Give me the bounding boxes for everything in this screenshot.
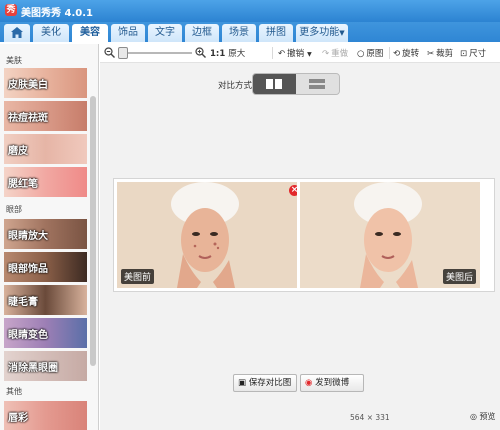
save-compare-button[interactable]: ▣ 保存对比图 <box>233 374 297 392</box>
tab-home[interactable] <box>4 24 30 42</box>
undo-button[interactable]: ↶ 撤销 ▼ <box>278 47 312 60</box>
close-icon[interactable]: × <box>289 185 297 196</box>
sidebar-item-acne-removal[interactable]: 祛痘祛斑 <box>4 101 87 131</box>
undo-label: 撤销 <box>287 49 305 59</box>
sidebar-item-label: 磨皮 <box>8 146 28 157</box>
sidebar-item-label: 消除黑眼圈 <box>8 363 58 374</box>
sidebar-item-label: 眼睛放大 <box>8 231 48 242</box>
undo-dropdown-icon: ▼ <box>307 51 312 58</box>
sidebar-item-eye-color[interactable]: 眼睛变色 <box>4 318 87 348</box>
app-logo-icon: 秀 <box>5 4 17 16</box>
side-by-side-mode-button[interactable] <box>253 74 296 94</box>
redo-icon: ↷ <box>322 48 330 59</box>
sidebar-item-skin-whitening[interactable]: 皮肤美白 <box>4 68 87 98</box>
sidebar-scrollbar[interactable] <box>90 96 96 366</box>
image-size-readout: 564 × 331 <box>350 413 390 422</box>
after-photo: 美图后 <box>300 182 480 288</box>
weibo-icon: ◉ <box>305 378 313 388</box>
rotate-button[interactable]: ⟲ 旋转 <box>393 47 420 60</box>
sidebar-item-lip-color[interactable]: 唇彩 <box>4 401 87 430</box>
resize-label: 尺寸 <box>469 49 487 59</box>
toolbar-divider <box>272 47 273 59</box>
redo-button[interactable]: ↷ 重做 <box>322 47 349 60</box>
tab-text[interactable]: 文字 <box>148 24 182 42</box>
compare-preview-frame: 美图前 × 美图后 <box>113 178 495 292</box>
tab-collage[interactable]: 拼图 <box>259 24 293 42</box>
main-tab-bar: 美化 美容 饰品 文字 边框 场景 拼图 更多功能▼ <box>0 22 500 61</box>
home-icon <box>11 27 23 38</box>
compare-workspace: 对比方式 美图前 × 美图后 ▣ 保存对比图 ◉ 发到微博 564 × 331 … <box>100 63 500 430</box>
title-bar: 秀 美图秀秀 4.0.1 <box>0 0 500 22</box>
sidebar-item-label: 眼部饰品 <box>8 264 48 275</box>
share-weibo-button[interactable]: ◉ 发到微博 <box>300 374 364 392</box>
window-title: 美图秀秀 4.0.1 <box>21 8 93 19</box>
toolbar-divider <box>389 47 390 59</box>
sidebar-item-skin-smoothing[interactable]: 磨皮 <box>4 134 87 164</box>
zoom-slider-handle[interactable] <box>118 47 128 59</box>
redo-label: 重做 <box>331 49 349 59</box>
original-image-icon: ○ <box>357 48 365 59</box>
compare-mode-label: 对比方式 <box>218 81 253 91</box>
sidebar-item-label: 睫毛膏 <box>8 297 38 308</box>
share-weibo-label: 发到微博 <box>315 378 350 388</box>
sidebar-item-blush-brush[interactable]: 腮红笔 <box>4 167 87 197</box>
original-image-label: 原图 <box>366 49 384 59</box>
sidebar-item-label: 眼睛变色 <box>8 330 48 341</box>
after-tag: 美图后 <box>442 269 476 284</box>
rotate-label: 旋转 <box>402 49 420 59</box>
sidebar-item-mascara[interactable]: 睫毛膏 <box>4 285 87 315</box>
tab-frame[interactable]: 边框 <box>185 24 219 42</box>
sidebar-item-label: 唇彩 <box>8 413 28 424</box>
tab-scene[interactable]: 场景 <box>222 24 256 42</box>
resize-button[interactable]: ⊡ 尺寸 <box>460 47 487 60</box>
sidebar-item-eye-enlarge[interactable]: 眼睛放大 <box>4 219 87 249</box>
zoom-in-icon[interactable] <box>195 47 206 58</box>
zoom-ratio-text: 1:1 <box>210 49 226 59</box>
sidebar-item-label: 腮红笔 <box>8 179 38 190</box>
before-photo: 美图前 × <box>117 182 297 288</box>
resize-icon: ⊡ <box>460 48 468 59</box>
side-by-side-icon <box>266 79 282 89</box>
original-image-button[interactable]: ○ 原图 <box>357 47 384 60</box>
sidebar-item-eye-accessories[interactable]: 眼部饰品 <box>4 252 87 282</box>
stacked-mode-button[interactable] <box>296 74 339 94</box>
save-compare-label: 保存对比图 <box>248 378 292 388</box>
crop-label: 裁剪 <box>436 49 454 59</box>
tab-beautify[interactable]: 美化 <box>33 24 69 42</box>
tab-accessories[interactable]: 饰品 <box>111 24 145 42</box>
category-skin: 美肤 <box>6 56 22 65</box>
zoom-out-icon[interactable] <box>104 47 115 58</box>
zoom-slider[interactable] <box>120 52 192 54</box>
preview-label: 预览 <box>479 412 496 421</box>
sidebar-item-label: 祛痘祛斑 <box>8 113 48 124</box>
sidebar-item-label: 皮肤美白 <box>8 80 48 91</box>
sidebar-item-dark-circle-removal[interactable]: 消除黑眼圈 <box>4 351 87 381</box>
preview-button[interactable]: ◎ 预览 <box>470 411 496 422</box>
tab-more-label: 更多功能 <box>299 27 340 38</box>
caret-down-icon: ▼ <box>339 29 345 37</box>
tab-more-features[interactable]: 更多功能▼ <box>296 24 348 42</box>
category-other: 其他 <box>6 387 22 396</box>
compare-mode-toggle <box>252 73 340 95</box>
stacked-icon <box>309 79 325 89</box>
beauty-tools-sidebar: 美肤 皮肤美白 祛痘祛斑 磨皮 腮红笔 眼部 眼睛放大 眼部饰品 睫毛膏 眼睛变… <box>0 44 99 430</box>
crop-button[interactable]: ✂ 裁剪 <box>427 47 454 60</box>
undo-icon: ↶ <box>278 48 286 59</box>
original-size-label: 原大 <box>228 49 246 59</box>
crop-icon: ✂ <box>427 48 435 59</box>
original-size-button[interactable]: 1:1 原大 <box>210 47 245 59</box>
category-eyes: 眼部 <box>6 205 22 214</box>
tab-beauty[interactable]: 美容 <box>72 24 108 42</box>
save-icon: ▣ <box>238 378 247 388</box>
rotate-icon: ⟲ <box>393 48 401 59</box>
preview-icon: ◎ <box>470 412 477 421</box>
before-tag: 美图前 <box>121 269 155 284</box>
edit-toolbar: 1:1 原大 ↶ 撤销 ▼ ↷ 重做 ○ 原图 ⟲ 旋转 ✂ 裁剪 ⊡ 尺寸 <box>100 44 500 63</box>
